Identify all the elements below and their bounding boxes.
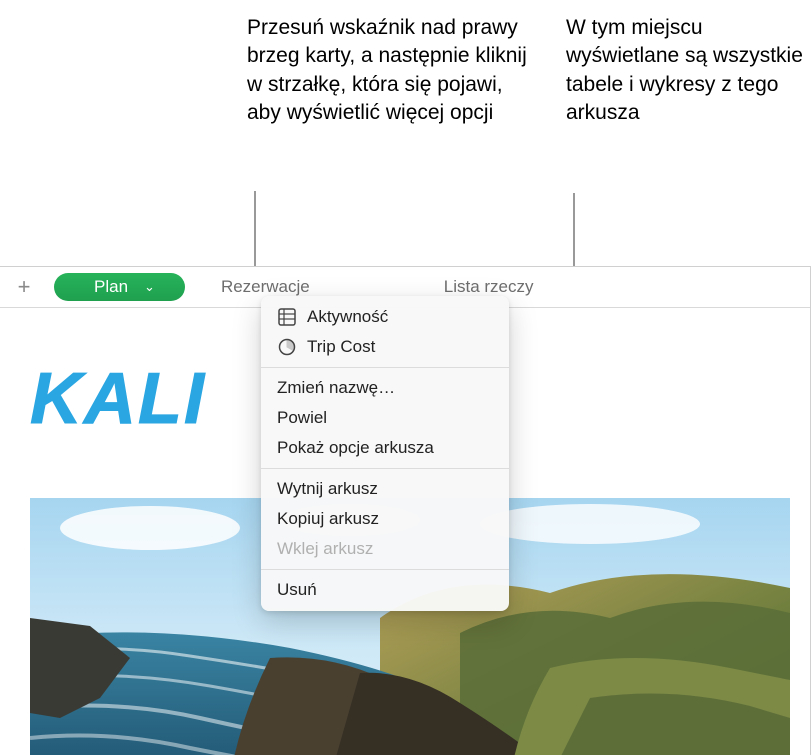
sheet-tab-label: Rezerwacje xyxy=(221,277,310,297)
menu-item-label: Kopiuj arkusz xyxy=(277,509,379,529)
menu-item-label: Trip Cost xyxy=(307,337,375,357)
table-icon xyxy=(277,307,297,327)
menu-item-delete[interactable]: Usuń xyxy=(261,575,509,605)
add-sheet-button[interactable]: + xyxy=(0,267,48,307)
menu-separator xyxy=(261,569,509,570)
callout-left: Przesuń wskaźnik nad prawy brzeg karty, … xyxy=(247,14,537,127)
chart-icon xyxy=(277,337,297,357)
menu-item-sheet-options[interactable]: Pokaż opcje arkusza xyxy=(261,433,509,463)
menu-item-label: Zmień nazwę… xyxy=(277,378,395,398)
menu-item-label: Wklej arkusz xyxy=(277,539,373,559)
menu-item-paste: Wklej arkusz xyxy=(261,534,509,564)
chevron-down-icon[interactable]: ⌄ xyxy=(144,279,155,295)
sheet-context-menu: Aktywność Trip Cost Zmień nazwę… Powiel … xyxy=(261,296,509,611)
sheet-tab-label: Plan xyxy=(94,277,128,297)
menu-item-label: Pokaż opcje arkusza xyxy=(277,438,434,458)
menu-item-duplicate[interactable]: Powiel xyxy=(261,403,509,433)
menu-separator xyxy=(261,367,509,368)
menu-item-label: Usuń xyxy=(277,580,317,600)
menu-item-aktywnosc[interactable]: Aktywność xyxy=(261,302,509,332)
sheet-tab-label: Lista rzeczy xyxy=(444,277,534,297)
plus-icon: + xyxy=(18,274,31,300)
document-headline: KALI xyxy=(30,358,206,440)
sheet-tab-active[interactable]: Plan ⌄ xyxy=(54,273,185,301)
menu-item-label: Powiel xyxy=(277,408,327,428)
menu-item-label: Aktywność xyxy=(307,307,388,327)
callout-right: W tym miejscu wyświetlane są wszystkie t… xyxy=(566,14,806,127)
menu-item-cut[interactable]: Wytnij arkusz xyxy=(261,474,509,504)
menu-item-copy[interactable]: Kopiuj arkusz xyxy=(261,504,509,534)
menu-item-rename[interactable]: Zmień nazwę… xyxy=(261,373,509,403)
menu-item-label: Wytnij arkusz xyxy=(277,479,378,499)
menu-item-tripcost[interactable]: Trip Cost xyxy=(261,332,509,362)
menu-separator xyxy=(261,468,509,469)
